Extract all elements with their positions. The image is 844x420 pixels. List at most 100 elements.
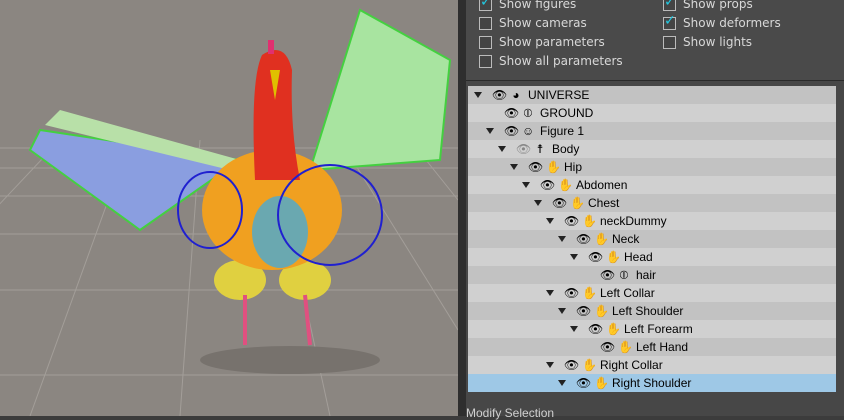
hand-icon: ✋ xyxy=(582,358,597,372)
modify-selection-label: Modify Selection xyxy=(466,406,555,420)
tree-row[interactable]: 👁 ✋ Right Shoulder xyxy=(468,374,836,392)
visibility-eye-icon[interactable]: 👁 xyxy=(540,178,555,192)
tree-row-label: Left Forearm xyxy=(624,322,693,336)
visibility-eye-icon[interactable]: 👁 xyxy=(564,214,579,228)
show-all-parameters-checkbox[interactable]: Show all parameters xyxy=(479,54,623,68)
checkbox-box[interactable] xyxy=(479,54,492,68)
scene-tree[interactable]: 👁 ◕ UNIVERSE 👁 ⦶ GROUND 👁 ☺ Figure 1 👁 ☨ Body 👁 ✋ Hip 👁… xyxy=(468,86,836,392)
tree-row-label: Left Collar xyxy=(600,286,655,300)
checkbox-box[interactable] xyxy=(479,16,492,30)
tree-row-label: Neck xyxy=(612,232,640,246)
tree-row-label: Figure 1 xyxy=(540,124,585,138)
show-figures-checkbox[interactable]: Show figures xyxy=(479,0,576,11)
expand-toggle-icon[interactable] xyxy=(474,92,482,98)
visibility-eye-icon[interactable]: 👁 xyxy=(576,232,591,246)
3d-viewport[interactable] xyxy=(0,0,458,416)
expand-toggle-icon[interactable] xyxy=(558,308,566,314)
tree-row[interactable]: 👁 ⦶ GROUND xyxy=(468,104,836,122)
expand-toggle-icon[interactable] xyxy=(534,200,542,206)
expand-toggle-icon[interactable] xyxy=(570,254,578,260)
expand-toggle-icon[interactable] xyxy=(558,236,566,242)
hand-icon: ✋ xyxy=(606,322,621,336)
tree-row-label: neckDummy xyxy=(600,214,667,228)
tree-row-label: Left Hand xyxy=(636,340,689,354)
visibility-eye-icon[interactable]: 👁 xyxy=(552,196,567,210)
scene-render xyxy=(0,8,458,416)
checkbox-box[interactable] xyxy=(479,35,492,49)
hand-icon: ✋ xyxy=(594,304,609,318)
visibility-eye-icon[interactable]: 👁 xyxy=(600,340,615,354)
expand-toggle-icon[interactable] xyxy=(582,272,590,278)
tree-row[interactable]: 👁 ✋ Abdomen xyxy=(468,176,836,194)
show-deformers-checkbox[interactable]: Show deformers xyxy=(663,13,781,30)
show-cameras-checkbox[interactable]: Show cameras xyxy=(479,16,587,30)
hand-icon: ✋ xyxy=(618,340,633,354)
expand-toggle-icon[interactable] xyxy=(486,110,494,116)
tree-row[interactable]: 👁 ✋ Head xyxy=(468,248,836,266)
show-parameters-checkbox[interactable]: Show parameters xyxy=(479,35,605,49)
hand-icon: ✋ xyxy=(558,178,573,192)
checkbox-box[interactable] xyxy=(663,13,676,30)
tree-row[interactable]: 👁 ✋ Left Hand xyxy=(468,338,836,356)
panel-splitter[interactable] xyxy=(458,0,466,416)
expand-toggle-icon[interactable] xyxy=(498,146,506,152)
hand-icon: ✋ xyxy=(582,214,597,228)
expand-toggle-icon[interactable] xyxy=(522,182,530,188)
visibility-eye-icon[interactable]: 👁 xyxy=(564,358,579,372)
expand-toggle-icon[interactable] xyxy=(582,344,590,350)
hand-icon: ✋ xyxy=(570,196,585,210)
visibility-eye-icon[interactable]: 👁 xyxy=(588,250,603,264)
visibility-eye-icon[interactable]: 👁 xyxy=(504,124,519,138)
hand-icon: ✋ xyxy=(594,232,609,246)
visibility-eye-icon[interactable]: 👁 xyxy=(588,322,603,336)
tree-row[interactable]: 👁 ✋ Left Collar xyxy=(468,284,836,302)
visibility-eye-icon[interactable]: 👁 xyxy=(600,268,615,282)
tree-row-label: Chest xyxy=(588,196,620,210)
tree-row[interactable]: 👁 ✋ Right Collar xyxy=(468,356,836,374)
show-props-checkbox[interactable]: Show props xyxy=(663,0,753,11)
right-wing xyxy=(308,8,452,172)
checkbox-box[interactable] xyxy=(479,0,492,11)
visibility-eye-icon[interactable]: 👁 xyxy=(576,304,591,318)
expand-toggle-icon[interactable] xyxy=(546,290,554,296)
tree-row-label: Right Collar xyxy=(600,358,663,372)
visibility-eye-icon[interactable]: 👁 xyxy=(528,160,543,174)
prop-icon: ⦶ xyxy=(619,267,629,282)
prop-icon: ⦶ xyxy=(523,105,533,120)
tree-row-label: UNIVERSE xyxy=(528,88,590,102)
hand-icon: ✋ xyxy=(546,160,561,174)
expand-toggle-icon[interactable] xyxy=(510,164,518,170)
checkbox-box[interactable] xyxy=(663,35,676,49)
tree-row[interactable]: 👁 ☨ Body xyxy=(468,140,836,158)
tree-row[interactable]: 👁 ✋ Neck xyxy=(468,230,836,248)
tree-row[interactable]: 👁 ✋ neckDummy xyxy=(468,212,836,230)
visibility-eye-icon[interactable]: 👁 xyxy=(504,106,519,120)
tree-row[interactable]: 👁 ✋ Hip xyxy=(468,158,836,176)
show-lights-checkbox[interactable]: Show lights xyxy=(663,35,752,49)
visibility-eye-icon[interactable]: 👁 xyxy=(492,88,507,102)
tree-row[interactable]: 👁 ◕ UNIVERSE xyxy=(468,86,836,104)
tree-row[interactable]: 👁 ☺ Figure 1 xyxy=(468,122,836,140)
visibility-eye-icon[interactable]: 👁 xyxy=(564,286,579,300)
expand-toggle-icon[interactable] xyxy=(546,362,554,368)
shadow xyxy=(200,346,380,374)
tree-row-label: Abdomen xyxy=(576,178,628,192)
tree-row-label: Head xyxy=(624,250,653,264)
tree-row[interactable]: 👁 ⦶ hair xyxy=(468,266,836,284)
globe-icon: ◕ xyxy=(512,88,520,102)
body-icon: ☨ xyxy=(536,142,544,156)
visibility-eye-icon[interactable]: 👁 xyxy=(576,376,591,390)
tree-row[interactable]: 👁 ✋ Chest xyxy=(468,194,836,212)
tree-row[interactable]: 👁 ✋ Left Forearm xyxy=(468,320,836,338)
figure-icon: ☺ xyxy=(522,124,535,138)
display-options: Show figures Show props Show cameras Sho… xyxy=(466,0,844,81)
expand-toggle-icon[interactable] xyxy=(570,326,578,332)
expand-toggle-icon[interactable] xyxy=(558,380,566,386)
expand-toggle-icon[interactable] xyxy=(546,218,554,224)
tree-row[interactable]: 👁 ✋ Left Shoulder xyxy=(468,302,836,320)
expand-toggle-icon[interactable] xyxy=(486,128,494,134)
tree-row-label: Left Shoulder xyxy=(612,304,684,318)
tree-row-label: Body xyxy=(552,142,580,156)
visibility-eye-icon[interactable]: 👁 xyxy=(516,142,531,156)
checkbox-box[interactable] xyxy=(663,0,676,11)
